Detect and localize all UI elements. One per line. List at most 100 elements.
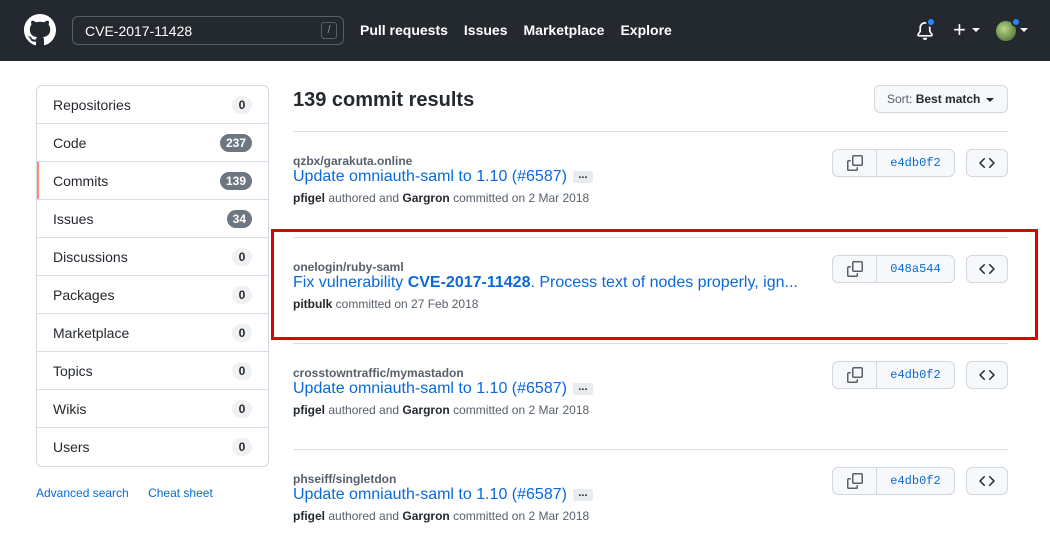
sort-prefix: Sort: [887, 92, 913, 106]
commit-meta: pfigel authored and Gargron committed on… [293, 509, 589, 523]
advanced-search-link[interactable]: Advanced search [36, 486, 129, 500]
author-action: authored and [328, 403, 400, 417]
sidebar-item-label: Marketplace [53, 324, 130, 341]
sha-button-group: e4db0f2 [832, 467, 955, 495]
commit-sha-link[interactable]: e4db0f2 [877, 468, 954, 494]
count-badge: 0 [232, 362, 252, 380]
count-badge: 0 [232, 96, 252, 114]
commit-date: committed on 2 Mar 2018 [453, 191, 590, 205]
user-menu-caret-icon[interactable] [1020, 28, 1028, 32]
sidebar-item-label: Users [53, 439, 90, 455]
notification-unread-dot [926, 17, 936, 27]
commit-meta: pfigel authored and Gargron committed on… [293, 403, 589, 417]
slash-shortcut-hint: / [321, 22, 337, 39]
sidebar-item-label: Repositories [53, 96, 131, 113]
count-badge: 0 [232, 248, 252, 266]
copy-sha-button[interactable] [833, 150, 877, 176]
chevron-down-icon [985, 97, 994, 102]
github-logo-icon[interactable] [24, 14, 56, 46]
sort-value: Best match [915, 92, 981, 106]
sidebar-item-marketplace[interactable]: Marketplace 0 [37, 314, 268, 352]
top-header: / Pull requests Issues Marketplace Explo… [0, 0, 1050, 61]
code-icon [979, 475, 995, 487]
sidebar-item-repositories[interactable]: Repositories 0 [37, 86, 268, 124]
count-badge: 0 [232, 400, 252, 418]
create-new-plus-icon[interactable]: + [953, 17, 966, 43]
sidebar-item-code[interactable]: Code 237 [37, 124, 268, 162]
sort-dropdown[interactable]: Sort: Best match [874, 85, 1008, 113]
count-badge: 0 [232, 324, 252, 342]
author-link[interactable]: pfigel [293, 403, 325, 417]
author-link[interactable]: pfigel [293, 509, 325, 523]
sidebar-item-issues[interactable]: Issues 34 [37, 200, 268, 238]
browse-code-button[interactable] [966, 467, 1008, 495]
search-type-sidebar: Repositories 0 Code 237 Commits 139 Issu… [36, 85, 269, 467]
repo-link[interactable]: phseiff/singletdon [293, 472, 396, 486]
sidebar-item-label: Packages [53, 286, 115, 303]
nav-explore[interactable]: Explore [620, 22, 671, 38]
search-input[interactable] [73, 17, 313, 44]
sidebar-item-label: Wikis [53, 400, 87, 417]
count-badge: 0 [232, 438, 252, 456]
committer-link[interactable]: Gargron [402, 509, 449, 523]
copy-sha-button[interactable] [833, 468, 877, 494]
expand-message-button[interactable]: ... [572, 381, 593, 395]
global-nav: Pull requests Issues Marketplace Explore [360, 22, 672, 38]
repo-link[interactable]: crosstowntraffic/mymastadon [293, 366, 464, 380]
author-action: authored and [328, 191, 400, 205]
search-box[interactable]: / [72, 16, 344, 45]
commit-result: qzbx/garakuta.online Update omniauth-sam… [293, 149, 1008, 234]
sidebar-item-label: Code [53, 134, 87, 151]
results-divider [293, 449, 1008, 450]
author-action: authored and [328, 509, 400, 523]
sidebar-item-users[interactable]: Users 0 [37, 428, 268, 466]
results-divider [293, 131, 1008, 132]
sidebar-item-discussions[interactable]: Discussions 0 [37, 238, 268, 276]
count-badge: 237 [219, 134, 252, 152]
nav-pull-requests[interactable]: Pull requests [360, 22, 448, 38]
sidebar-item-label: Issues [53, 210, 94, 227]
browse-code-button[interactable] [966, 149, 1008, 177]
create-new-caret-icon[interactable] [972, 28, 980, 32]
sidebar-item-topics[interactable]: Topics 0 [37, 352, 268, 390]
highlight-annotation-box [271, 229, 1038, 340]
copy-sha-button[interactable] [833, 362, 877, 388]
nav-marketplace[interactable]: Marketplace [524, 22, 605, 38]
commit-sha-link[interactable]: e4db0f2 [877, 150, 954, 176]
count-badge: 0 [232, 286, 252, 304]
repo-link[interactable]: qzbx/garakuta.online [293, 154, 412, 168]
commit-sha-link[interactable]: e4db0f2 [877, 362, 954, 388]
author-link[interactable]: pfigel [293, 191, 325, 205]
commit-message-text: Update omniauth-saml to 1.10 (#6587) [293, 380, 567, 397]
avatar-status-dot [1011, 17, 1021, 27]
code-icon [979, 369, 995, 381]
commit-result: crosstowntraffic/mymastadon Update omnia… [293, 361, 1008, 446]
sha-button-group: e4db0f2 [832, 361, 955, 389]
expand-message-button[interactable]: ... [572, 169, 593, 183]
commit-message-text: Update omniauth-saml to 1.10 (#6587) [293, 168, 567, 185]
commit-message-text: Update omniauth-saml to 1.10 (#6587) [293, 486, 567, 503]
commit-message-link[interactable]: Update omniauth-saml to 1.10 (#6587)... [293, 380, 593, 398]
sidebar-item-commits[interactable]: Commits 139 [37, 162, 268, 200]
cheat-sheet-link[interactable]: Cheat sheet [148, 486, 213, 500]
count-badge: 34 [226, 210, 252, 228]
browse-code-button[interactable] [966, 361, 1008, 389]
sidebar-item-packages[interactable]: Packages 0 [37, 276, 268, 314]
expand-message-button[interactable]: ... [572, 487, 593, 501]
copy-icon [846, 367, 863, 383]
commit-message-link[interactable]: Update omniauth-saml to 1.10 (#6587)... [293, 486, 593, 504]
committer-link[interactable]: Gargron [402, 403, 449, 417]
sidebar-item-wikis[interactable]: Wikis 0 [37, 390, 268, 428]
commit-date: committed on 2 Mar 2018 [453, 403, 590, 417]
copy-icon [846, 155, 863, 171]
commit-message-link[interactable]: Update omniauth-saml to 1.10 (#6587)... [293, 168, 593, 186]
results-count-title: 139 commit results [293, 89, 475, 111]
sidebar-item-label: Topics [53, 362, 93, 379]
commit-date: committed on 2 Mar 2018 [453, 509, 590, 523]
commit-result: phseiff/singletdon Update omniauth-saml … [293, 467, 1008, 547]
sidebar-item-label: Commits [53, 172, 109, 189]
nav-issues[interactable]: Issues [464, 22, 508, 38]
count-badge: 139 [219, 172, 252, 190]
committer-link[interactable]: Gargron [402, 191, 449, 205]
code-icon [979, 157, 995, 169]
